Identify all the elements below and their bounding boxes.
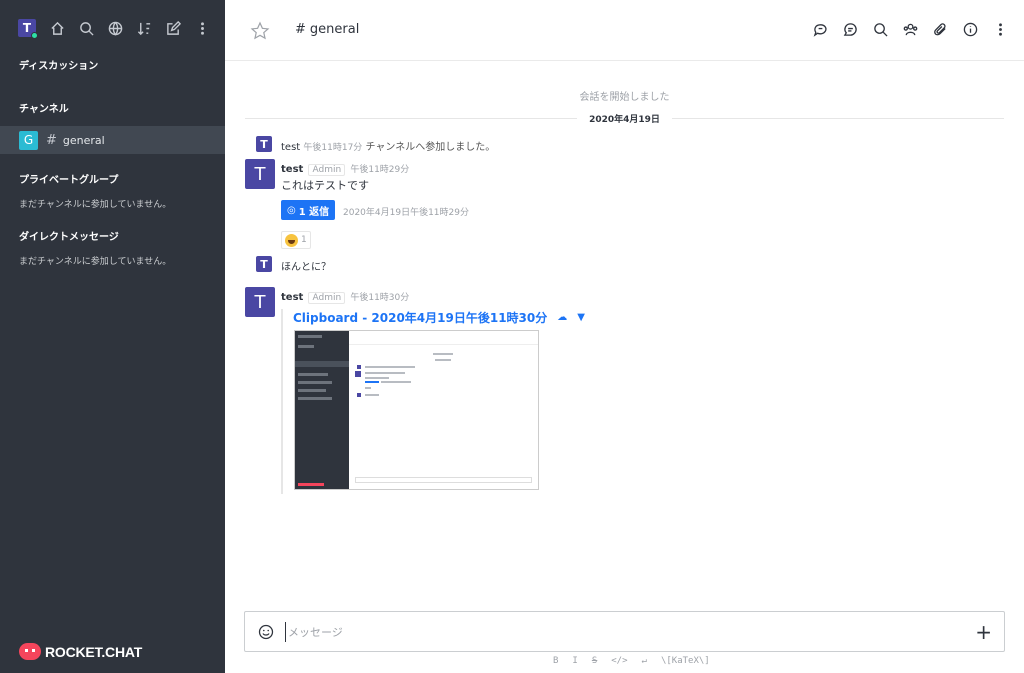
- message-header: test Admin 午後11時29分: [281, 162, 410, 176]
- user-avatar[interactable]: T: [18, 19, 38, 39]
- sidebar-item-label: general: [62, 133, 105, 147]
- code-format-button[interactable]: </>: [611, 656, 627, 666]
- members-icon[interactable]: [902, 21, 918, 37]
- favorite-star-icon[interactable]: [250, 21, 270, 41]
- message-time: 午後11時17分: [303, 143, 363, 153]
- room-avatar: G: [19, 130, 38, 150]
- download-cloud-icon[interactable]: ☁: [557, 312, 567, 323]
- add-plus-icon[interactable]: +: [975, 622, 992, 642]
- divider-line: [671, 117, 1004, 119]
- message-header: test Admin 午後11時30分: [281, 290, 410, 304]
- search-icon[interactable]: [78, 20, 94, 36]
- attachment-image[interactable]: [294, 330, 539, 490]
- system-message: test 午後11時17分 チャンネルへ参加しました。: [281, 138, 495, 153]
- strike-format-button[interactable]: S: [592, 656, 597, 666]
- menu-kebab-icon[interactable]: [194, 20, 210, 36]
- emoji-picker-icon[interactable]: [258, 624, 274, 640]
- formatting-hints: B I S </> ↵ \[KaTeX\]: [553, 656, 710, 666]
- thread-reply-button[interactable]: ◎ 1 返信: [281, 200, 336, 220]
- header-actions: [812, 21, 1008, 37]
- room-title: # general: [295, 22, 359, 37]
- directory-globe-icon[interactable]: [107, 20, 123, 36]
- message-time: 午後11時29分: [350, 165, 410, 175]
- create-new-icon[interactable]: [165, 20, 181, 36]
- thumb-sidebar: [295, 331, 349, 489]
- thread-icon[interactable]: [842, 21, 858, 37]
- italic-format-button[interactable]: I: [572, 656, 577, 666]
- direct-empty-text: まだチャンネルに参加していません。: [19, 257, 172, 267]
- collapse-caret-icon[interactable]: ▼: [577, 312, 585, 323]
- attachment-title: Clipboard - 2020年4月19日午後11時30分 ☁ ▼: [293, 309, 585, 326]
- sidebar-section-discussion[interactable]: ディスカッション: [0, 57, 117, 72]
- room-title-text: general: [309, 22, 360, 37]
- sidebar-section-channels: チャンネル: [19, 104, 69, 115]
- role-badge: Admin: [308, 292, 346, 304]
- grinning-emoji-icon: [285, 233, 298, 247]
- avatar[interactable]: T: [256, 136, 272, 152]
- username[interactable]: test: [281, 292, 303, 303]
- username[interactable]: test: [281, 164, 303, 175]
- reaction-count: 1: [301, 235, 307, 245]
- image-attachment: Clipboard - 2020年4月19日午後11時30分 ☁ ▼: [281, 309, 585, 494]
- home-icon[interactable]: [49, 20, 65, 36]
- message-body: ほんとに？: [281, 262, 331, 273]
- divider-line: [245, 117, 578, 119]
- thread-icon: ◎: [287, 204, 296, 216]
- avatar[interactable]: T: [256, 256, 272, 272]
- sidebar-section-private: プライベートグループ: [19, 175, 119, 186]
- username[interactable]: test: [281, 142, 300, 153]
- message-input[interactable]: [285, 622, 945, 642]
- message-time: 午後11時30分: [350, 293, 410, 303]
- reaction-badge[interactable]: 1: [281, 231, 311, 249]
- date-divider: 2020年4月19日: [245, 110, 1004, 126]
- thread-last-reply-time: 2020年4月19日午後11時29分: [343, 208, 469, 218]
- search-icon[interactable]: [872, 21, 888, 37]
- discussion-icon[interactable]: [812, 21, 828, 37]
- multiline-format-button[interactable]: ↵: [642, 656, 647, 666]
- avatar[interactable]: T: [245, 159, 275, 189]
- private-empty-text: まだチャンネルに参加していません。: [19, 200, 172, 210]
- sort-icon[interactable]: [136, 20, 152, 36]
- rocket-logo-icon: [19, 643, 41, 660]
- bold-format-button[interactable]: B: [553, 656, 558, 666]
- channel-hash-icon: #: [295, 22, 306, 37]
- channel-hash-icon: #: [46, 132, 57, 148]
- info-icon[interactable]: [962, 21, 978, 37]
- katex-format-button[interactable]: \[KaTeX\]: [661, 656, 710, 666]
- sidebar-toolbar: T: [0, 0, 225, 56]
- user-avatar-initial: T: [22, 21, 32, 35]
- sidebar-item-general[interactable]: G # general: [0, 126, 225, 154]
- date-divider-text: 2020年4月19日: [589, 114, 660, 125]
- conversation-start-text: 会話を開始しました: [579, 92, 670, 103]
- attachment-icon[interactable]: [932, 21, 948, 37]
- message-body: これはテストです: [281, 179, 369, 192]
- online-status-icon: [31, 32, 38, 39]
- system-message-text: チャンネルへ参加しました。: [365, 142, 496, 153]
- rocketchat-logo: ROCKET.CHAT: [19, 643, 142, 660]
- sidebar: T ディスカッション チャンネル G # general プライベートグループ …: [0, 0, 225, 673]
- room-header: # general: [225, 0, 1024, 61]
- main-panel: # general 会話を開始しました 2020年4月19日 T test 午後…: [225, 0, 1024, 673]
- logo-text: ROCKET.CHAT: [45, 643, 143, 660]
- attachment-title-link[interactable]: Clipboard - 2020年4月19日午後11時30分: [293, 309, 547, 326]
- reply-count-label: 1 返信: [298, 206, 330, 218]
- thumb-header: [349, 331, 538, 345]
- role-badge: Admin: [308, 164, 346, 176]
- sidebar-section-direct: ダイレクトメッセージ: [19, 232, 119, 243]
- avatar[interactable]: T: [245, 287, 275, 317]
- kebab-menu-icon[interactable]: [992, 21, 1008, 37]
- message-composer: +: [244, 611, 1005, 652]
